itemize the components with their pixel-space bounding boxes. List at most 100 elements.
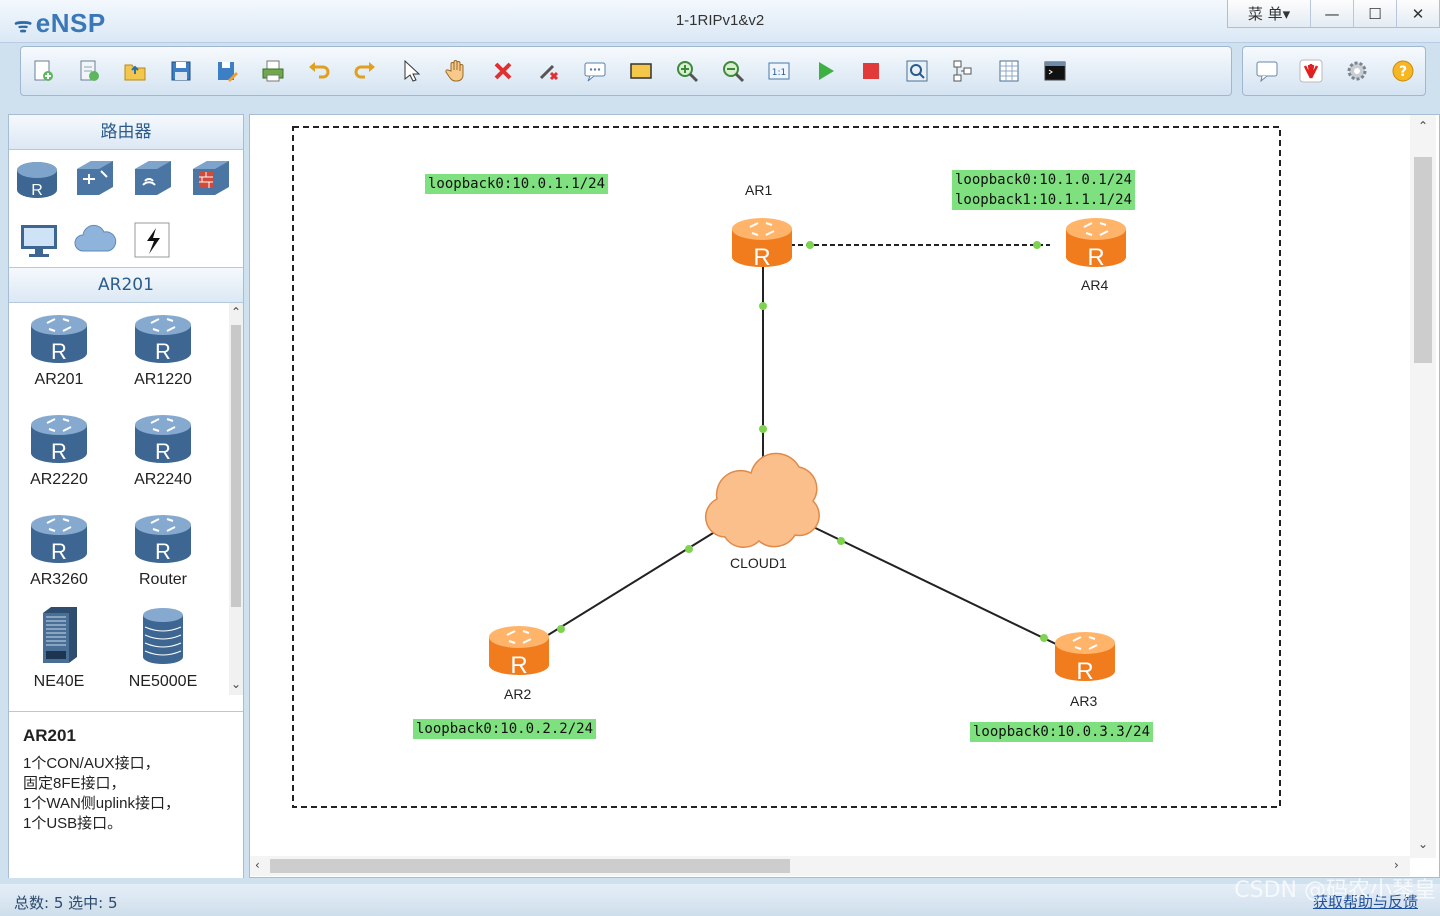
minimize-button[interactable]: — <box>1310 0 1353 27</box>
watermark: CSDN @码农小琴皇 <box>1234 878 1436 903</box>
scroll-thumb[interactable] <box>270 859 790 873</box>
scroll-down-arrow-icon[interactable]: ⌄ <box>1418 837 1428 851</box>
chat-icon[interactable] <box>1253 57 1281 85</box>
device-label: AR2220 <box>30 471 88 488</box>
zoom-in-icon[interactable] <box>673 57 701 85</box>
svg-text:R: R <box>155 439 171 464</box>
firewall-category-icon[interactable] <box>189 157 233 201</box>
node-label-ar2: AR2 <box>504 686 532 702</box>
loopback-label-ar2[interactable]: loopback0:10.0.2.2/24 <box>413 719 597 739</box>
device-ne40e[interactable]: NE40E <box>9 605 109 691</box>
device-description: AR201 1个CON/AUX接口， 固定8FE接口， 1个WAN侧uplink… <box>9 711 243 878</box>
help-icon[interactable]: ? <box>1389 57 1417 85</box>
scroll-thumb[interactable] <box>231 325 241 607</box>
maximize-button[interactable]: ☐ <box>1353 0 1396 27</box>
router-icon: R <box>31 415 87 464</box>
cloud1-icon[interactable] <box>704 452 820 549</box>
device-label: Router <box>138 571 188 588</box>
capture-icon[interactable] <box>903 57 931 85</box>
svg-text:R: R <box>31 182 43 199</box>
print-icon[interactable] <box>259 57 287 85</box>
grid-icon[interactable] <box>995 57 1023 85</box>
router-category-icon[interactable]: R <box>15 157 59 201</box>
topology-icon[interactable] <box>949 57 977 85</box>
open-icon[interactable] <box>121 57 149 85</box>
node-label-cloud1: CLOUD1 <box>730 555 787 571</box>
save-icon[interactable] <box>167 57 195 85</box>
menu-button[interactable]: 菜 单▾ <box>1228 0 1310 27</box>
svg-text:R: R <box>51 339 67 364</box>
device-label: AR201 <box>34 371 84 388</box>
settings-icon[interactable] <box>1343 57 1371 85</box>
router-ar4[interactable]: R <box>1066 218 1126 271</box>
device-ar3260[interactable]: R AR3260 <box>9 511 109 589</box>
device-router[interactable]: R Router <box>113 511 213 589</box>
close-button[interactable]: ✕ <box>1396 0 1439 27</box>
svg-text:?: ? <box>1399 64 1407 80</box>
wireless-category-icon[interactable] <box>131 157 175 201</box>
router-ar2[interactable]: R <box>489 626 549 679</box>
pan-hand-icon[interactable] <box>443 57 471 85</box>
link-endpoint <box>759 425 767 433</box>
node-label-ar3: AR3 <box>1070 693 1098 709</box>
node-label-ar4: AR4 <box>1081 277 1109 293</box>
terminal-category-icon[interactable] <box>17 219 61 263</box>
zoom-out-icon[interactable] <box>719 57 747 85</box>
svg-text:R: R <box>1076 658 1093 685</box>
start-icon[interactable] <box>811 57 839 85</box>
window-controls: 菜 单▾ — ☐ ✕ <box>1227 0 1440 28</box>
loopback-label-ar1[interactable]: loopback0:10.0.1.1/24 <box>425 174 609 194</box>
scroll-up-arrow-icon[interactable]: ⌃ <box>1418 119 1428 133</box>
link-endpoint <box>759 302 767 310</box>
device-ne5000e[interactable]: NE5000E <box>113 605 213 691</box>
redo-icon[interactable] <box>351 57 379 85</box>
scroll-down-arrow-icon[interactable]: ⌄ <box>231 677 241 691</box>
delete-icon[interactable] <box>489 57 517 85</box>
loopback-label-ar3[interactable]: loopback0:10.0.3.3/24 <box>970 722 1154 742</box>
scroll-left-arrow-icon[interactable]: ‹ <box>255 858 260 872</box>
device-label: NE5000E <box>128 673 198 690</box>
save-as-icon[interactable] <box>213 57 241 85</box>
huawei-icon[interactable] <box>1297 57 1325 85</box>
subcategory-header: AR201 <box>9 267 243 303</box>
router-icon: R <box>31 515 87 564</box>
canvas-vertical-scrollbar[interactable]: ⌃ ⌄ <box>1410 115 1436 858</box>
category-header: 路由器 <box>9 115 243 150</box>
device-ar2220[interactable]: R AR2220 <box>9 411 109 489</box>
device-label: AR3260 <box>30 571 88 588</box>
rectangle-icon[interactable] <box>627 57 655 85</box>
link-ar2-cloud1[interactable] <box>539 524 727 641</box>
device-label: AR2240 <box>134 471 192 488</box>
delete-link-icon[interactable] <box>535 57 563 85</box>
device-list-scrollbar[interactable]: ⌃ ⌄ <box>229 303 243 695</box>
link-endpoint <box>806 241 814 249</box>
loopback-label-ar4[interactable]: loopback0:10.1.0.1/24 loopback1:10.1.1.1… <box>952 170 1136 210</box>
switch-category-icon[interactable] <box>73 157 117 201</box>
router-ar3[interactable]: R <box>1055 632 1115 685</box>
chassis-router-icon <box>43 607 77 663</box>
right-toolbar: ? <box>1242 46 1426 96</box>
router-ar1[interactable]: R <box>732 218 792 271</box>
device-ar2240[interactable]: R AR2240 <box>113 411 213 489</box>
text-note-icon[interactable] <box>581 57 609 85</box>
scroll-up-arrow-icon[interactable]: ⌃ <box>231 305 241 319</box>
device-ar1220[interactable]: R AR1220 <box>113 311 213 389</box>
cli-icon[interactable] <box>1041 57 1069 85</box>
fit-view-icon[interactable]: 1:1 <box>765 57 793 85</box>
device-label: AR1220 <box>134 371 192 388</box>
router-icon: R <box>135 415 191 464</box>
select-icon[interactable] <box>397 57 425 85</box>
device-ar201[interactable]: R AR201 <box>9 311 109 389</box>
device-panel: 路由器 R AR201 R AR201 R AR1220 R AR2220 R … <box>8 114 244 878</box>
new-topology-icon[interactable] <box>29 57 57 85</box>
core-router-icon <box>143 608 183 664</box>
new-lab-icon[interactable] <box>75 57 103 85</box>
topology-canvas[interactable]: R R R R AR1 AR4 AR2 AR3 CLOUD1 loopback0… <box>249 114 1440 878</box>
scroll-right-arrow-icon[interactable]: › <box>1394 858 1399 872</box>
stop-icon[interactable] <box>857 57 885 85</box>
scroll-thumb[interactable] <box>1414 157 1432 363</box>
main-toolbar: 1:1 <box>20 46 1232 96</box>
connection-category-icon[interactable] <box>131 219 175 263</box>
cloud-category-icon[interactable] <box>73 219 117 263</box>
undo-icon[interactable] <box>305 57 333 85</box>
